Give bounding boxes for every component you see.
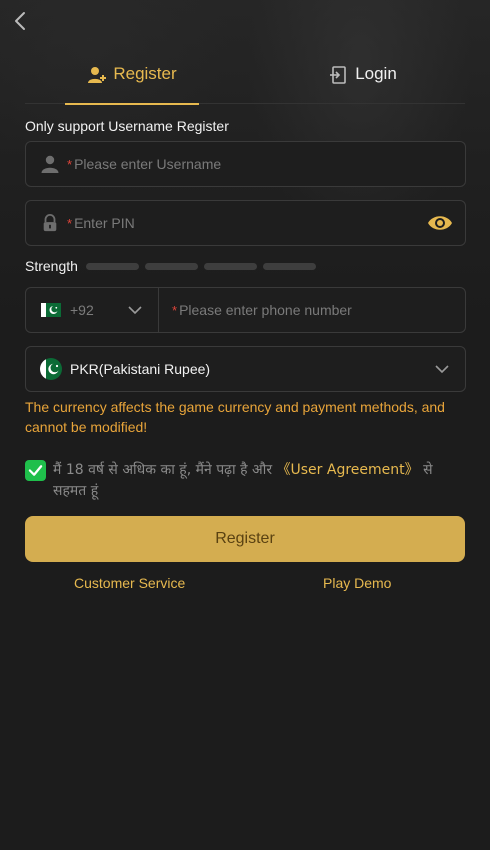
strength-bar (263, 263, 316, 270)
tab-register[interactable]: Register (65, 56, 199, 105)
agreement-text: मैं 18 वर्ष से अधिक का हूं, मैंने पढ़ा ह… (53, 460, 453, 502)
chevron-down-icon (435, 365, 449, 374)
strength-bar (204, 263, 257, 270)
phone-field: +92 * Please enter phone number (25, 287, 466, 333)
checkmark-icon (28, 465, 43, 476)
strength-label: Strength (25, 258, 78, 274)
play-demo-link[interactable]: Play Demo (323, 575, 391, 591)
username-placeholder: Please enter Username (74, 156, 222, 172)
tab-register-label: Register (113, 64, 177, 83)
customer-service-link[interactable]: Customer Service (74, 575, 185, 591)
login-door-icon (330, 66, 346, 84)
auth-tabs: Register Login (25, 56, 465, 105)
user-plus-icon (88, 67, 107, 83)
user-icon (39, 153, 61, 175)
agreement-checkbox[interactable] (25, 460, 46, 481)
strength-bar (145, 263, 198, 270)
active-tab-indicator (65, 103, 199, 105)
currency-notice: The currency affects the game currency a… (25, 399, 445, 435)
chevron-down-icon (128, 306, 142, 315)
tab-login[interactable]: Login (293, 56, 433, 104)
currency-select[interactable]: PKR(Pakistani Rupee) (25, 346, 466, 392)
eye-icon[interactable] (427, 212, 453, 234)
user-agreement-link[interactable]: 《User Agreement》 (277, 462, 419, 478)
required-mark: * (172, 302, 178, 318)
pin-placeholder: Enter PIN (74, 215, 135, 231)
back-arrow-icon (15, 12, 25, 30)
agreement-prefix: मैं 18 वर्ष से अधिक का हूं, मैंने पढ़ा ह… (53, 462, 277, 478)
pakistan-flag-icon (41, 303, 61, 317)
lock-icon (39, 212, 61, 234)
currency-value: PKR(Pakistani Rupee) (70, 361, 211, 377)
register-subtitle: Only support Username Register (25, 118, 229, 134)
register-button[interactable]: Register (25, 516, 465, 562)
phone-placeholder: Please enter phone number (179, 302, 352, 318)
country-code: +92 (70, 302, 94, 318)
register-page: Register Login Only support Username Reg… (0, 0, 490, 850)
pakistan-flag-icon (40, 358, 62, 380)
username-field[interactable]: * Please enter Username (25, 141, 466, 187)
phone-input[interactable]: * Please enter phone number (172, 288, 352, 332)
strength-bar (86, 263, 139, 270)
tab-login-label: Login (355, 64, 397, 83)
pin-field[interactable]: * Enter PIN (25, 200, 466, 246)
country-code-select[interactable]: +92 (26, 288, 159, 332)
required-mark: * (67, 156, 73, 172)
back-button[interactable] (10, 10, 32, 32)
required-mark: * (67, 215, 73, 231)
